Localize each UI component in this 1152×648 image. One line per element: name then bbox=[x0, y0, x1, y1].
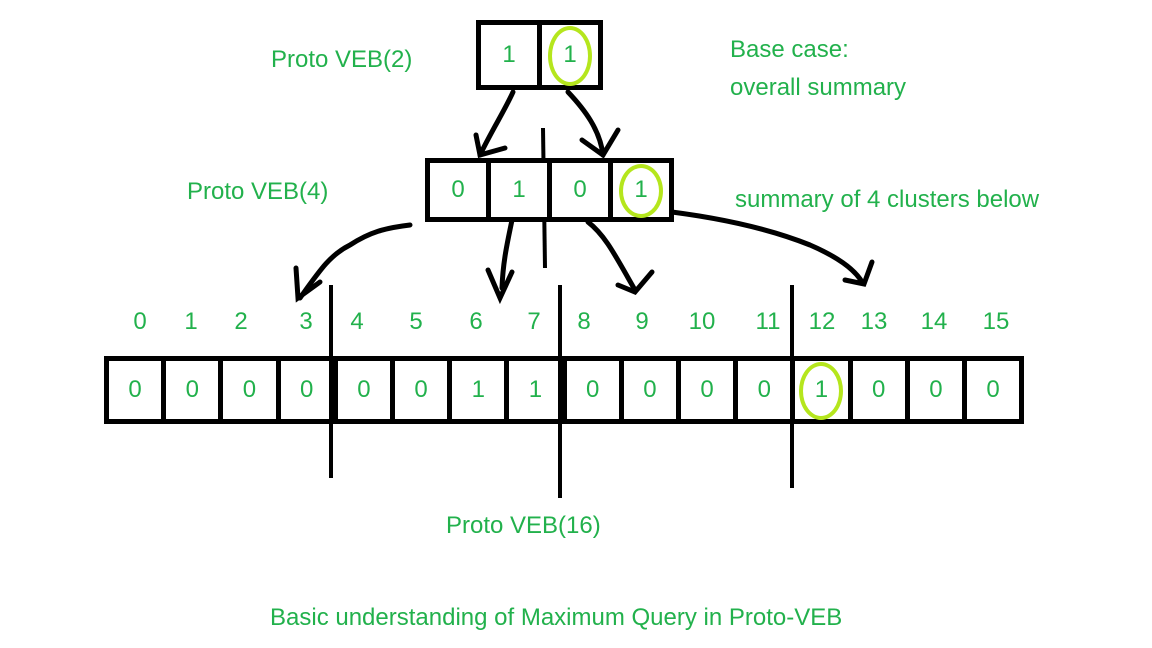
proto-veb-4-cell-value: 0 bbox=[573, 176, 587, 203]
proto-veb-diagram: Proto VEB(2) Proto VEB(4) Proto VEB(16) … bbox=[0, 0, 1152, 648]
arrow-veb4-cluster3 bbox=[652, 207, 865, 285]
label-proto-veb-16: Proto VEB(16) bbox=[446, 512, 601, 539]
index-label: 13 bbox=[860, 308, 888, 335]
proto-veb-16-cell-value: 1 bbox=[471, 376, 485, 403]
index-label: 4 bbox=[350, 308, 364, 335]
index-label: 6 bbox=[469, 308, 483, 335]
arrowhead-veb4-cluster2 bbox=[615, 269, 655, 296]
index-label: 11 bbox=[755, 308, 781, 335]
proto-veb-2-highlight-circle bbox=[547, 26, 592, 86]
label-proto-veb-4: Proto VEB(4) bbox=[187, 178, 329, 205]
proto-veb-16-cell-value: 0 bbox=[414, 376, 428, 403]
proto-veb-16-cell-value: 0 bbox=[242, 376, 257, 403]
proto-veb-4-highlight-circle bbox=[618, 164, 663, 218]
proto-veb-16-cell-value: 0 bbox=[986, 376, 1000, 403]
caption: Basic understanding of Maximum Query in … bbox=[270, 604, 843, 631]
proto-veb-16-cell-value: 0 bbox=[643, 376, 657, 403]
proto-veb-16-cell-value: 0 bbox=[872, 376, 886, 403]
index-label: 8 bbox=[577, 308, 591, 335]
index-label: 3 bbox=[299, 308, 313, 335]
proto-veb-16-highlight-circle bbox=[799, 362, 843, 420]
proto-veb-4-cell-value: 1 bbox=[512, 176, 526, 203]
index-label: 1 bbox=[184, 308, 198, 335]
arrow-veb4-cluster2 bbox=[585, 219, 638, 293]
cluster-separator bbox=[329, 285, 333, 478]
cluster-separator bbox=[790, 285, 794, 488]
proto-veb-4-cell-value: 0 bbox=[451, 176, 465, 203]
proto-veb-16-cell-value: 0 bbox=[185, 376, 199, 403]
index-label: 7 bbox=[527, 308, 541, 335]
proto-veb-16-cell-value: 0 bbox=[357, 376, 371, 403]
label-base-case: Base case: bbox=[730, 36, 849, 63]
proto-veb-16-cell-value: 0 bbox=[700, 376, 714, 403]
label-summary-of-clusters: summary of 4 clusters below bbox=[735, 186, 1040, 213]
label-overall-summary: overall summary bbox=[730, 74, 907, 101]
proto-veb-2-cell-value: 1 bbox=[502, 41, 516, 68]
cluster-separator bbox=[558, 285, 562, 498]
proto-veb-16-cell-value: 0 bbox=[586, 376, 600, 403]
index-label: 9 bbox=[635, 308, 649, 335]
proto-veb-16-cell-value: 0 bbox=[128, 376, 142, 403]
index-label: 12 bbox=[808, 308, 836, 335]
index-label: 10 bbox=[688, 308, 716, 335]
arrow-veb2-left bbox=[477, 89, 516, 158]
index-label: 0 bbox=[133, 308, 147, 335]
index-label: 14 bbox=[920, 308, 948, 335]
proto-veb-16-cell-value: 0 bbox=[929, 376, 943, 403]
index-label: 15 bbox=[982, 308, 1010, 335]
proto-veb-16-cell-value: 0 bbox=[757, 376, 771, 403]
index-label: 5 bbox=[409, 308, 423, 335]
label-proto-veb-2: Proto VEB(2) bbox=[271, 46, 413, 73]
index-label: 2 bbox=[234, 308, 248, 335]
